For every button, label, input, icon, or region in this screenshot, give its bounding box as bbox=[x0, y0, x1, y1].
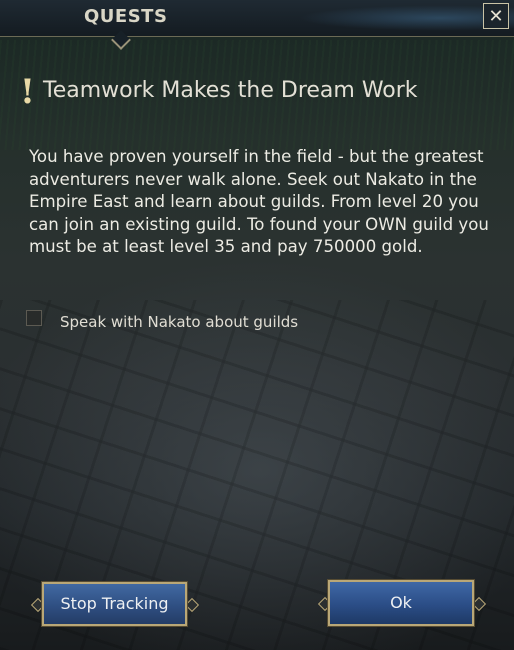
objective-label: Speak with Nakato about guilds bbox=[60, 313, 299, 331]
quest-description: You have proven yourself in the field - … bbox=[29, 147, 489, 256]
close-button[interactable]: ✕ bbox=[483, 3, 509, 29]
objective-checkbox[interactable] bbox=[26, 310, 42, 326]
exclamation-icon: ! bbox=[20, 72, 35, 112]
close-icon: ✕ bbox=[488, 6, 504, 27]
stop-tracking-button[interactable]: Stop Tracking bbox=[41, 581, 188, 627]
quest-title: Teamwork Makes the Dream Work bbox=[43, 78, 418, 103]
ok-button[interactable]: Ok bbox=[327, 579, 475, 627]
window-header: QUESTS ✕ bbox=[0, 0, 514, 50]
window-title: QUESTS bbox=[84, 6, 168, 27]
